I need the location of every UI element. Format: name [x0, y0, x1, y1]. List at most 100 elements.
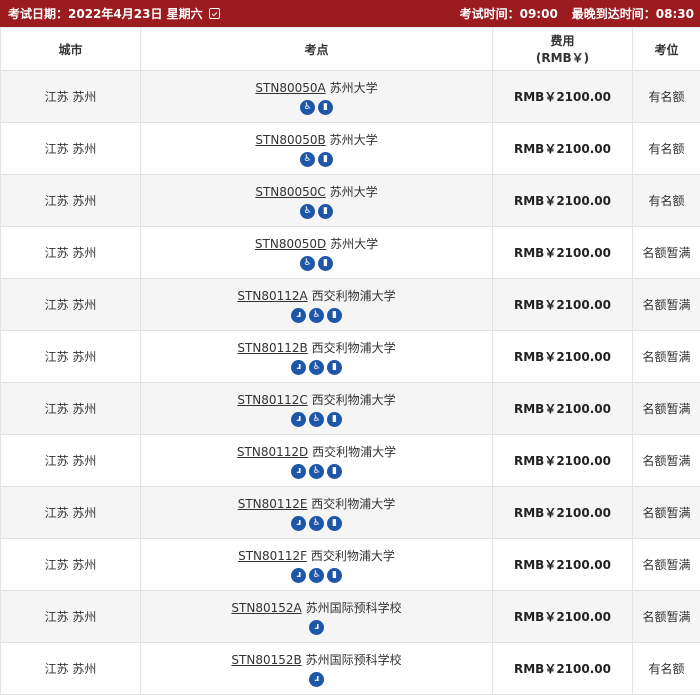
- center-code-link[interactable]: STN80050A: [255, 81, 325, 95]
- facility-icons: ɹ: [142, 620, 491, 635]
- restroom-icon: ▮: [318, 100, 333, 115]
- center-code-link[interactable]: STN80112F: [238, 549, 307, 563]
- seat-status-cell: 名额暂满: [633, 383, 700, 435]
- table-row: 江苏 苏州STN80050C 苏州大学♿▮RMB￥2100.00有名额: [1, 175, 700, 227]
- table-row: 江苏 苏州STN80152B 苏州国际预科学校ɹRMB￥2100.00有名额: [1, 643, 700, 695]
- center-cell: STN80112F 西交利物浦大学ɹ♿▮: [141, 539, 493, 591]
- fee-cell: RMB￥2100.00: [493, 643, 633, 695]
- column-header-city: 城市: [1, 28, 141, 71]
- facility-icons: ♿▮: [142, 204, 491, 219]
- seat-status-cell: 名额暂满: [633, 591, 700, 643]
- restroom-icon: ▮: [318, 204, 333, 219]
- city-cell: 江苏 苏州: [1, 539, 141, 591]
- seat-status-cell: 名额暂满: [633, 227, 700, 279]
- center-cell: STN80112A 西交利物浦大学 ɹ♿▮: [141, 279, 493, 331]
- facility-icons: ɹ♿▮: [142, 516, 491, 531]
- accessible-icon: ♿: [300, 256, 315, 271]
- table-row: 江苏 苏州STN80112E 西交利物浦大学ɹ♿▮RMB￥2100.00名额暂满: [1, 487, 700, 539]
- column-header-seat: 考位: [633, 28, 700, 71]
- seat-status-cell: 有名额: [633, 175, 700, 227]
- center-name: 苏州大学: [330, 81, 378, 95]
- fee-cell: RMB￥2100.00: [493, 71, 633, 123]
- accessible-icon: ♿: [309, 568, 324, 583]
- center-name: 苏州大学: [330, 133, 378, 147]
- table-row: 江苏 苏州STN80112F 西交利物浦大学ɹ♿▮RMB￥2100.00名额暂满: [1, 539, 700, 591]
- center-code-link[interactable]: STN80050D: [255, 237, 326, 251]
- hearing-icon: ɹ: [309, 672, 324, 687]
- facility-icons: ɹ♿▮: [142, 464, 491, 479]
- hearing-icon: ɹ: [291, 360, 306, 375]
- city-cell: 江苏 苏州: [1, 71, 141, 123]
- exam-date-label: 考试日期：2022年4月23日 星期六: [8, 5, 203, 22]
- restroom-icon: ▮: [327, 516, 342, 531]
- center-cell: STN80152B 苏州国际预科学校 ɹ: [141, 643, 493, 695]
- accessible-icon: ♿: [309, 516, 324, 531]
- table-row: 江苏 苏州STN80050A 苏州大学♿▮RMB￥2100.00有名额: [1, 71, 700, 123]
- center-code-link[interactable]: STN80152A: [231, 601, 301, 615]
- center-code-link[interactable]: STN80112E: [238, 497, 308, 511]
- facility-icons: ɹ: [142, 672, 491, 687]
- seat-status-cell: 名额暂满: [633, 435, 700, 487]
- center-code-link[interactable]: STN80152B: [231, 653, 301, 667]
- accessible-icon: ♿: [300, 204, 315, 219]
- center-cell: STN80112E 西交利物浦大学 ɹ♿▮: [141, 487, 493, 539]
- center-code-link[interactable]: STN80112D: [237, 445, 308, 459]
- restroom-icon: ▮: [318, 152, 333, 167]
- center-cell: STN80050B 苏州大学♿▮: [141, 123, 493, 175]
- center-name: 西交利物浦大学: [311, 497, 395, 511]
- center-name: 西交利物浦大学: [311, 549, 395, 563]
- fee-cell: RMB￥2100.00: [493, 279, 633, 331]
- center-cell: STN80112D 西交利物浦大学ɹ♿▮: [141, 435, 493, 487]
- center-code-link[interactable]: STN80112A: [237, 289, 307, 303]
- table-row: 江苏 苏州STN80112B 西交利物浦大学ɹ♿▮RMB￥2100.00名额暂满: [1, 331, 700, 383]
- center-cell: STN80050D 苏州大学 ♿▮: [141, 227, 493, 279]
- exam-date: 考试日期：2022年4月23日 星期六: [8, 5, 220, 22]
- calendar-check-icon[interactable]: [209, 8, 220, 19]
- city-cell: 江苏 苏州: [1, 279, 141, 331]
- exam-time: 考试时间：09:00: [460, 5, 558, 22]
- center-cell: STN80112B 西交利物浦大学ɹ♿▮: [141, 331, 493, 383]
- fee-cell: RMB￥2100.00: [493, 331, 633, 383]
- accessible-icon: ♿: [309, 308, 324, 323]
- facility-icons: ♿▮: [142, 100, 491, 115]
- restroom-icon: ▮: [327, 412, 342, 427]
- city-cell: 江苏 苏州: [1, 227, 141, 279]
- center-name: 苏州大学: [330, 185, 378, 199]
- accessible-icon: ♿: [309, 464, 324, 479]
- hearing-icon: ɹ: [291, 308, 306, 323]
- table-row: 江苏 苏州STN80152A 苏州国际预科学校ɹRMB￥2100.00名额暂满: [1, 591, 700, 643]
- center-code-link[interactable]: STN80112B: [237, 341, 307, 355]
- fee-cell: RMB￥2100.00: [493, 383, 633, 435]
- table-row: 江苏 苏州STN80112C 西交利物浦大学ɹ♿▮RMB￥2100.00名额暂满: [1, 383, 700, 435]
- restroom-icon: ▮: [327, 308, 342, 323]
- center-cell: STN80050C 苏州大学 ♿▮: [141, 175, 493, 227]
- seat-status-cell: 有名额: [633, 71, 700, 123]
- table-row: 江苏 苏州STN80112A 西交利物浦大学ɹ♿▮RMB￥2100.00名额暂满: [1, 279, 700, 331]
- center-cell: STN80112C 西交利物浦大学ɹ♿▮: [141, 383, 493, 435]
- fee-cell: RMB￥2100.00: [493, 435, 633, 487]
- center-name: 苏州国际预科学校: [306, 653, 402, 667]
- seat-status-cell: 名额暂满: [633, 279, 700, 331]
- center-name: 苏州国际预科学校: [306, 601, 402, 615]
- hearing-icon: ɹ: [291, 412, 306, 427]
- restroom-icon: ▮: [318, 256, 333, 271]
- center-name: 西交利物浦大学: [312, 289, 396, 303]
- hearing-icon: ɹ: [309, 620, 324, 635]
- table-row: 江苏 苏州 STN80050D 苏州大学 ♿▮ RMB￥2100.00名额暂满: [1, 227, 700, 279]
- center-code-link[interactable]: STN80050C: [255, 185, 325, 199]
- fee-cell: RMB￥2100.00: [493, 227, 633, 279]
- accessible-icon: ♿: [300, 100, 315, 115]
- seat-status-cell: 有名额: [633, 643, 700, 695]
- center-name: 苏州大学: [330, 237, 378, 251]
- center-name: 西交利物浦大学: [312, 341, 396, 355]
- fee-cell: RMB￥2100.00: [493, 487, 633, 539]
- facility-icons: ɹ♿▮: [142, 308, 491, 323]
- seat-status-cell: 名额暂满: [633, 331, 700, 383]
- facility-icons: ɹ♿▮: [142, 412, 491, 427]
- center-code-link[interactable]: STN80112C: [237, 393, 307, 407]
- center-code-link[interactable]: STN80050B: [255, 133, 325, 147]
- fee-cell: RMB￥2100.00: [493, 591, 633, 643]
- restroom-icon: ▮: [327, 360, 342, 375]
- accessible-icon: ♿: [309, 412, 324, 427]
- center-cell: STN80152A 苏州国际预科学校 ɹ: [141, 591, 493, 643]
